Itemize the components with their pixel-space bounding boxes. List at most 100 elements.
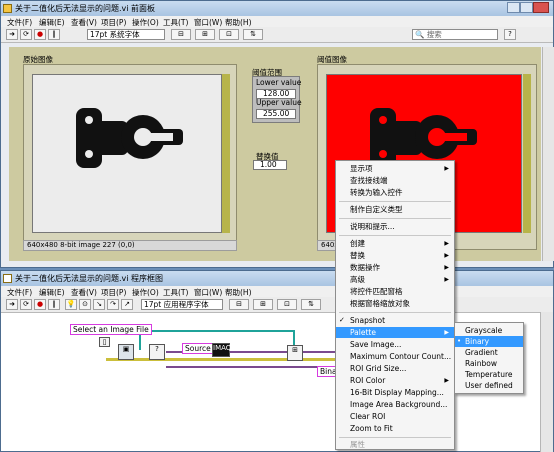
block-diagram-titlebar[interactable]: 关于二值化后无法显示的问题.vi 程序框图 xyxy=(1,271,553,287)
highlight-execution-icon[interactable]: 💡 xyxy=(65,299,77,310)
menu-item-save-image[interactable]: Save Image... xyxy=(336,339,454,350)
path-wire xyxy=(139,330,295,332)
menu-item-replace[interactable]: 替换 ▶ xyxy=(336,250,454,261)
source-label[interactable]: Source xyxy=(182,343,214,354)
file-dialog-node[interactable]: ▣ xyxy=(118,344,134,360)
submenu-arrow-icon: ▶ xyxy=(444,276,449,283)
path-wire xyxy=(293,330,295,346)
help-icon[interactable]: ? xyxy=(504,29,516,40)
original-image-display[interactable] xyxy=(23,64,237,250)
select-image-file-label[interactable]: Select an Image File xyxy=(70,324,152,335)
pause-icon[interactable]: ‖ xyxy=(48,29,60,40)
search-placeholder: 搜索 xyxy=(426,30,442,39)
menu-item-label: 显示项 xyxy=(350,164,373,173)
maximize-button[interactable] xyxy=(520,2,533,13)
lower-value-label: Lower value xyxy=(256,78,302,87)
vertical-scrollbar[interactable] xyxy=(542,47,554,261)
original-image-scrollbar[interactable] xyxy=(222,74,230,233)
bd-pause-icon[interactable]: ‖ xyxy=(48,299,60,310)
front-panel-menubar: 文件(F) 编辑(E) 查看(V) 项目(P) 操作(O) 工具(T) 窗口(W… xyxy=(1,16,553,27)
palette-item-temperature[interactable]: Temperature xyxy=(455,369,523,380)
distribute-objects-icon[interactable]: ⊞ xyxy=(195,29,215,40)
close-button[interactable] xyxy=(533,2,549,13)
menu-item-palette[interactable]: Palette ▶ xyxy=(336,327,454,338)
menu-item-properties[interactable]: 属性 xyxy=(336,439,454,450)
palette-item-grayscale[interactable]: Grayscale xyxy=(455,325,523,336)
search-input[interactable]: 🔍 搜索 xyxy=(412,29,498,40)
menu-item-16bit-display-mapping[interactable]: 16-Bit Display Mapping... xyxy=(336,387,454,398)
block-diagram-icon xyxy=(3,274,12,283)
image-context-menu: 显示项 ▶ 查找接线端 转换为输入控件 制作自定义类型 说明和提示... 创建 ▶ … xyxy=(335,160,455,450)
window-controls xyxy=(507,2,549,13)
palette-item-user-defined[interactable]: User defined xyxy=(455,380,523,391)
run-arrow-icon[interactable]: ➜ xyxy=(6,29,18,40)
menu-item-visible-items[interactable]: 显示项 ▶ xyxy=(336,163,454,174)
abort-icon[interactable]: ● xyxy=(34,29,46,40)
menu-item-advanced[interactable]: 高级 ▶ xyxy=(336,274,454,285)
front-panel-titlebar[interactable]: 关于二值化后无法显示的问题.vi 前面板 xyxy=(1,1,553,17)
menu-item-label: 高级 xyxy=(350,275,365,284)
palette-item-rainbow[interactable]: Rainbow xyxy=(455,358,523,369)
upper-value-label: Upper value xyxy=(256,98,302,107)
labview-vi-icon xyxy=(3,4,12,13)
step-out-icon[interactable]: ↗ xyxy=(121,299,133,310)
submenu-arrow-icon: ▶ xyxy=(444,329,449,336)
menu-item-label: 创建 xyxy=(350,239,365,248)
bd-reorder-icon[interactable]: ⇅ xyxy=(301,299,321,310)
bd-vertical-scrollbar[interactable] xyxy=(540,312,553,452)
replace-value-field[interactable]: 1.00 xyxy=(253,160,287,170)
block-diagram-menubar: 文件(F) 编辑(E) 查看(V) 项目(P) 操作(O) 工具(T) 窗口(W… xyxy=(1,286,553,297)
threshold-image-scrollbar[interactable] xyxy=(523,74,531,233)
font-selector[interactable]: 17pt 系统字体 xyxy=(87,29,165,40)
bd-run-arrow-icon[interactable]: ➜ xyxy=(6,299,18,310)
palette-submenu: Grayscale • Binary Gradient Rainbow Tempe… xyxy=(454,322,524,394)
align-objects-icon[interactable]: ⊟ xyxy=(171,29,191,40)
part-silhouette xyxy=(76,108,183,168)
minimize-button[interactable] xyxy=(507,2,520,13)
resize-objects-icon[interactable]: ⊡ xyxy=(219,29,239,40)
menu-item-zoom-to-fit[interactable]: Zoom to Fit xyxy=(336,423,454,434)
submenu-arrow-icon: ▶ xyxy=(444,377,449,384)
reorder-icon[interactable]: ⇅ xyxy=(243,29,263,40)
retain-wire-values-icon[interactable]: ⊙ xyxy=(79,299,91,310)
menu-item-roi-color[interactable]: ROI Color ▶ xyxy=(336,375,454,386)
block-diagram-toolbar: ➜ ⟳ ● ‖ 💡 ⊙ ↘ ↷ ↗ 17pt 应用程序字体 ⊟ ⊞ ⊡ ⇅ xyxy=(1,297,553,313)
original-image-status: 640x480 8-bit image 227 (0,0) xyxy=(23,240,237,251)
menu-separator xyxy=(339,235,451,236)
palette-item-binary[interactable]: • Binary xyxy=(455,336,523,347)
menu-item-label: Palette xyxy=(350,328,376,337)
bd-align-icon[interactable]: ⊟ xyxy=(229,299,249,310)
menu-item-find-terminal[interactable]: 查找接线端 xyxy=(336,175,454,186)
bd-run-continuous-icon[interactable]: ⟳ xyxy=(20,299,32,310)
menu-item-create[interactable]: 创建 ▶ xyxy=(336,238,454,249)
submenu-arrow-icon: ▶ xyxy=(444,240,449,247)
bd-font-selector[interactable]: 17pt 应用程序字体 xyxy=(141,299,223,310)
menu-item-label: ROI Color xyxy=(350,376,386,385)
menu-item-scale-with-pane[interactable]: 根据窗格缩放对象 xyxy=(336,298,454,309)
menu-item-fit-to-pane[interactable]: 将控件匹配窗格 xyxy=(336,286,454,297)
menu-item-description[interactable]: 说明和提示... xyxy=(336,221,454,232)
palette-item-gradient[interactable]: Gradient xyxy=(455,347,523,358)
imaq-read-file-node[interactable]: ⊞ xyxy=(287,345,303,361)
file-constant-icon[interactable]: ▯ xyxy=(99,337,110,347)
menu-item-snapshot[interactable]: ✓ Snapshot xyxy=(336,315,454,326)
radio-dot-icon: • xyxy=(457,337,462,345)
bd-resize-icon[interactable]: ⊡ xyxy=(277,299,297,310)
bd-abort-icon[interactable]: ● xyxy=(34,299,46,310)
bd-distribute-icon[interactable]: ⊞ xyxy=(253,299,273,310)
menu-item-roi-grid-size[interactable]: ROI Grid Size... xyxy=(336,363,454,374)
step-over-icon[interactable]: ↷ xyxy=(107,299,119,310)
menu-item-label: 数据操作 xyxy=(350,263,380,272)
run-continuous-icon[interactable]: ⟳ xyxy=(20,29,32,40)
step-into-icon[interactable]: ↘ xyxy=(93,299,105,310)
submenu-arrow-icon: ▶ xyxy=(444,165,449,172)
menu-item-max-contour-count[interactable]: Maximum Contour Count... xyxy=(336,351,454,362)
menu-item-image-area-background[interactable]: Image Area Background... xyxy=(336,399,454,410)
menu-item-clear-roi[interactable]: Clear ROI xyxy=(336,411,454,422)
imaq-create-node[interactable]: ? xyxy=(149,344,165,360)
upper-value-field[interactable]: 255.00 xyxy=(256,109,296,119)
menu-item-make-typedef[interactable]: 制作自定义类型 xyxy=(336,204,454,215)
menu-item-data-operations[interactable]: 数据操作 ▶ xyxy=(336,262,454,273)
menu-item-change-to-control[interactable]: 转换为输入控件 xyxy=(336,187,454,198)
imaq-create-block[interactable]: IMAQ xyxy=(212,343,231,357)
